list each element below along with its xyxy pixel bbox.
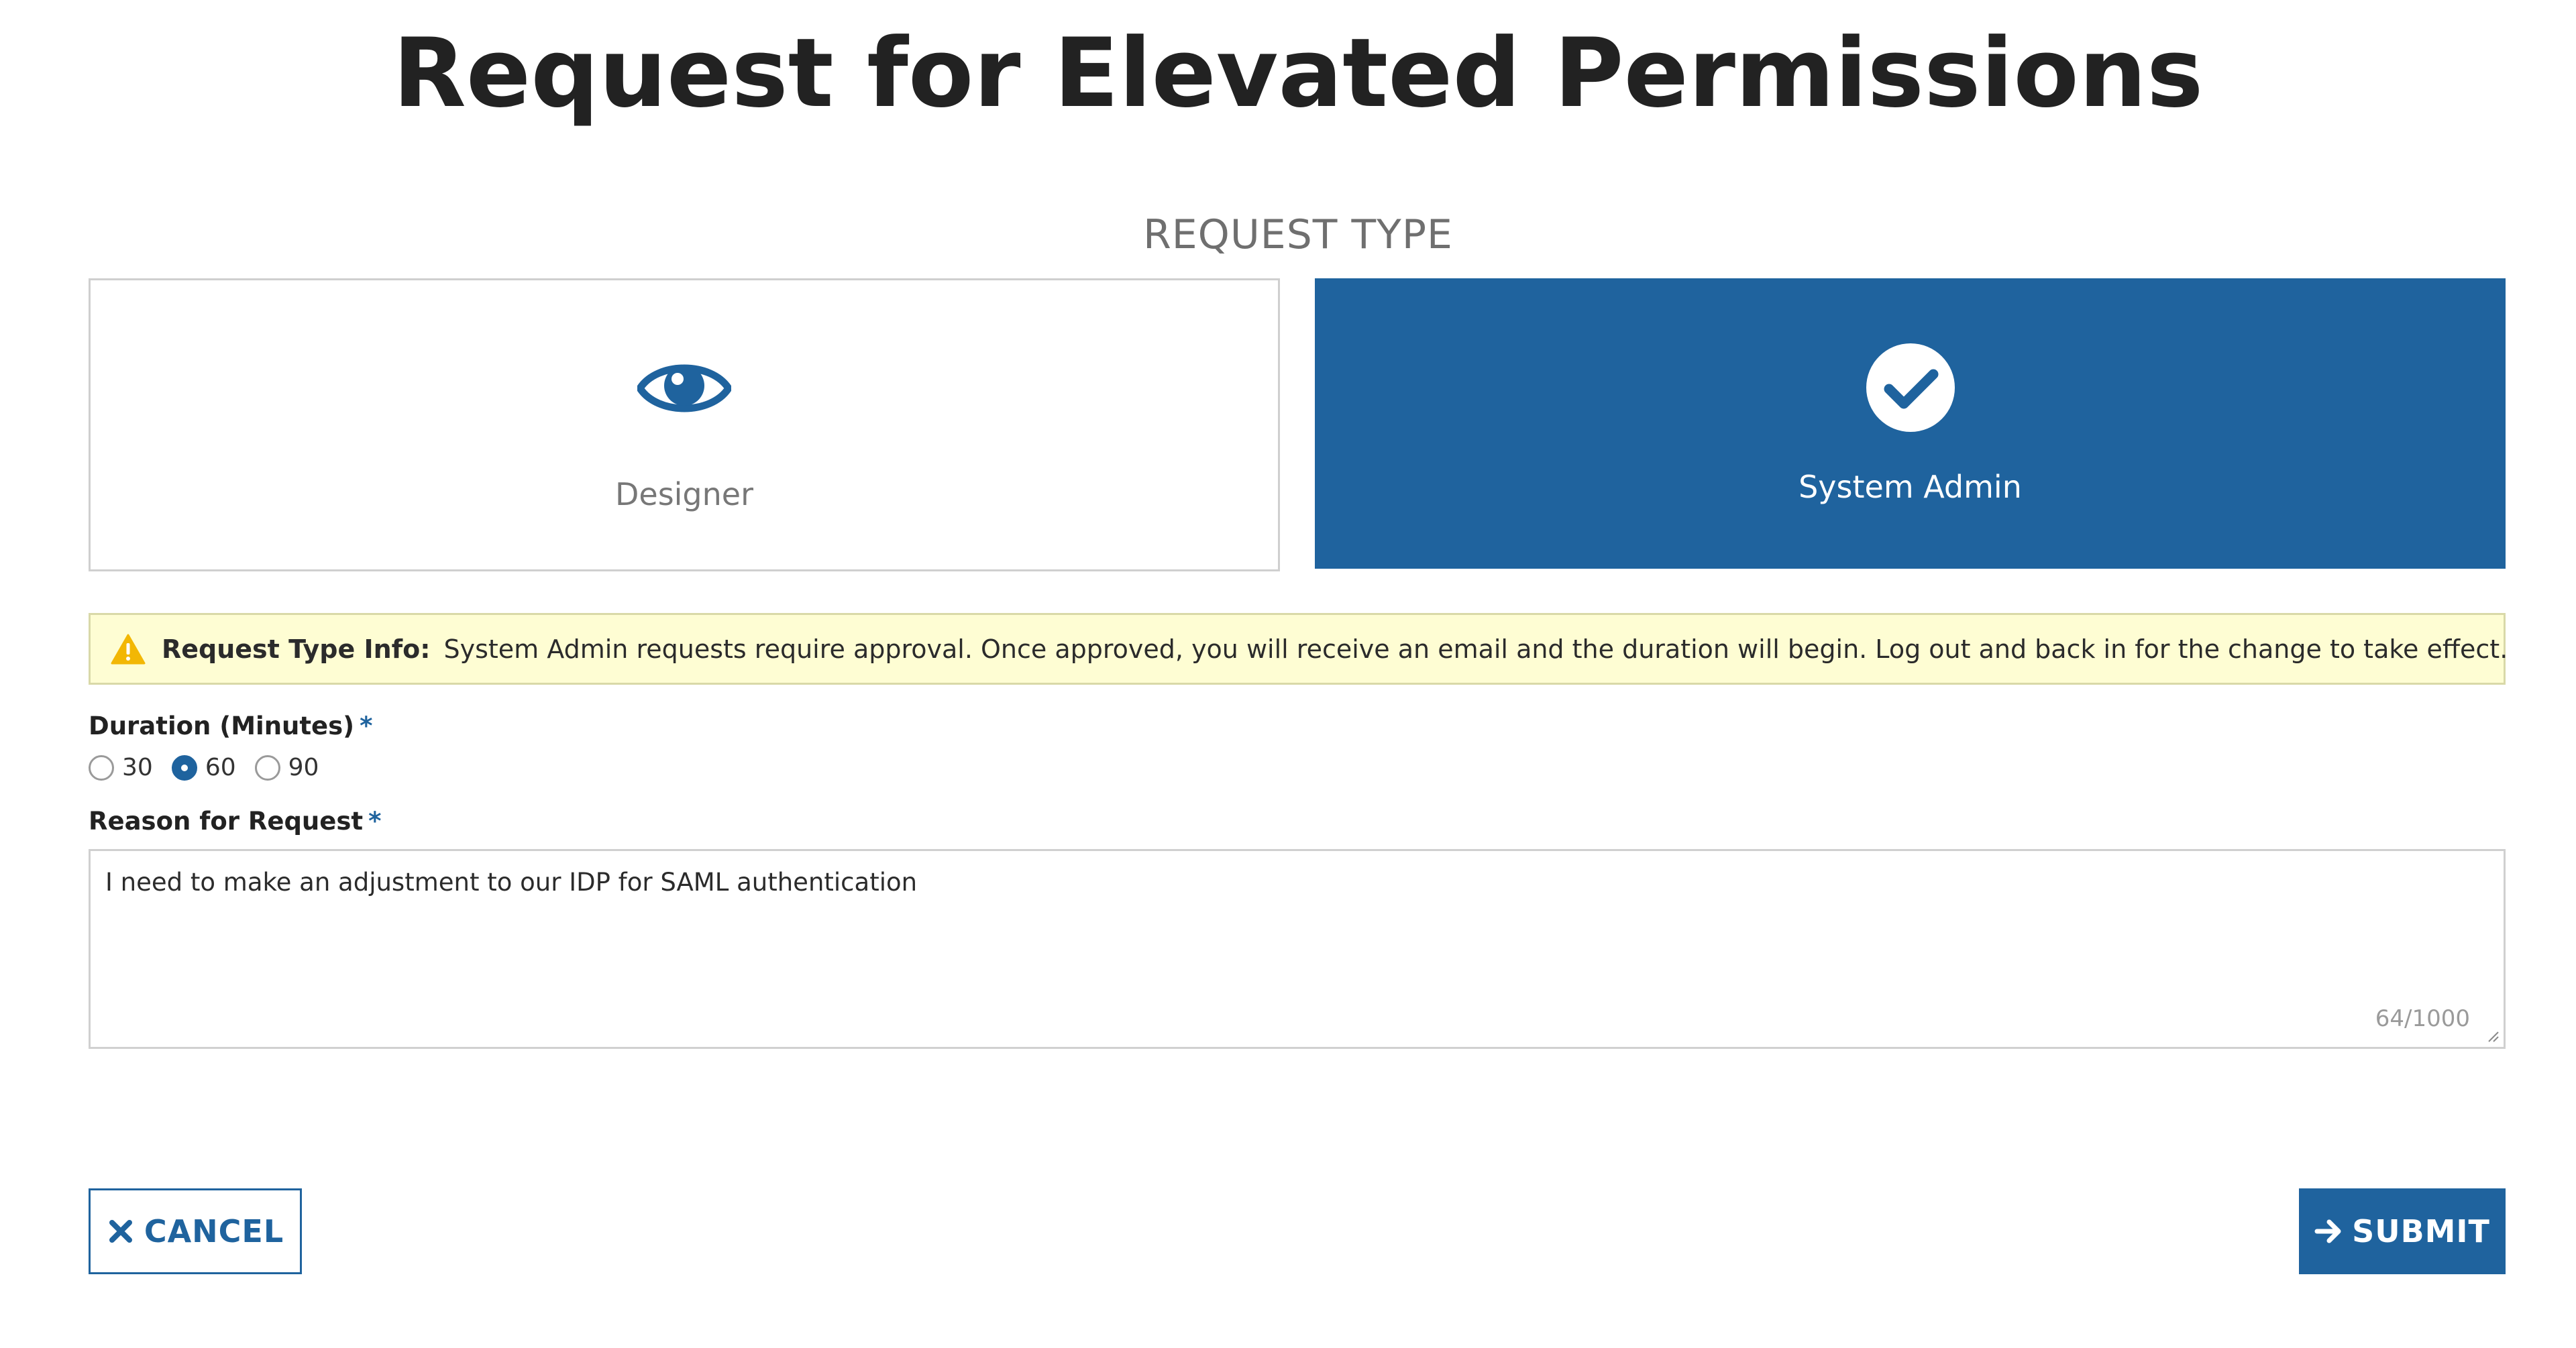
reason-label-text: Reason for Request: [89, 807, 364, 836]
warning-icon: [111, 634, 146, 664]
arrow-right-icon: [2314, 1219, 2341, 1243]
page-title: Request for Elevated Permissions: [392, 18, 2204, 129]
request-type-info-banner: Request Type Info: System Admin requests…: [89, 613, 2508, 685]
radio-button[interactable]: [89, 754, 114, 781]
request-type-heading: REQUEST TYPE: [1143, 211, 1453, 258]
duration-option-30[interactable]: 30: [89, 754, 153, 781]
reason-field-container: I need to make an adjustment to our IDP …: [89, 849, 2506, 1049]
request-type-system-admin-label: System Admin: [1799, 468, 2022, 505]
duration-option-90[interactable]: 90: [254, 754, 319, 781]
duration-option-label: 90: [288, 754, 319, 781]
eye-icon: [637, 364, 731, 412]
duration-label-text: Duration (Minutes): [89, 712, 355, 740]
radio-button-selected[interactable]: [171, 754, 197, 781]
info-label: Request Type Info:: [162, 634, 431, 664]
radio-button[interactable]: [254, 754, 280, 781]
duration-option-60[interactable]: 60: [171, 754, 236, 781]
required-mark: *: [360, 712, 373, 740]
request-type-designer-label: Designer: [614, 475, 754, 512]
duration-radio-group: 30 60 90: [89, 754, 337, 781]
submit-button-label: SUBMIT: [2352, 1213, 2490, 1249]
reason-textarea[interactable]: I need to make an adjustment to our IDP …: [91, 851, 2504, 1047]
request-type-designer-card[interactable]: Designer: [89, 278, 1280, 571]
cancel-button-label: CANCEL: [144, 1213, 284, 1249]
resize-handle-icon[interactable]: [2486, 1029, 2500, 1043]
request-type-system-admin-card[interactable]: System Admin: [1315, 278, 2506, 569]
check-circle-icon: [1866, 343, 1955, 432]
duration-option-label: 30: [122, 754, 153, 781]
reason-label: Reason for Request *: [89, 805, 381, 838]
info-text: System Admin requests require approval. …: [443, 634, 2508, 664]
close-icon: [109, 1220, 132, 1243]
cancel-button[interactable]: CANCEL: [89, 1188, 302, 1274]
permission-request-page: Request for Elevated Permissions REQUEST…: [0, 0, 2576, 1348]
submit-button[interactable]: SUBMIT: [2299, 1188, 2506, 1274]
character-counter: 64/1000: [2375, 1005, 2470, 1032]
duration-option-label: 60: [205, 754, 236, 781]
required-mark: *: [368, 807, 382, 836]
duration-label: Duration (Minutes) *: [89, 710, 372, 743]
